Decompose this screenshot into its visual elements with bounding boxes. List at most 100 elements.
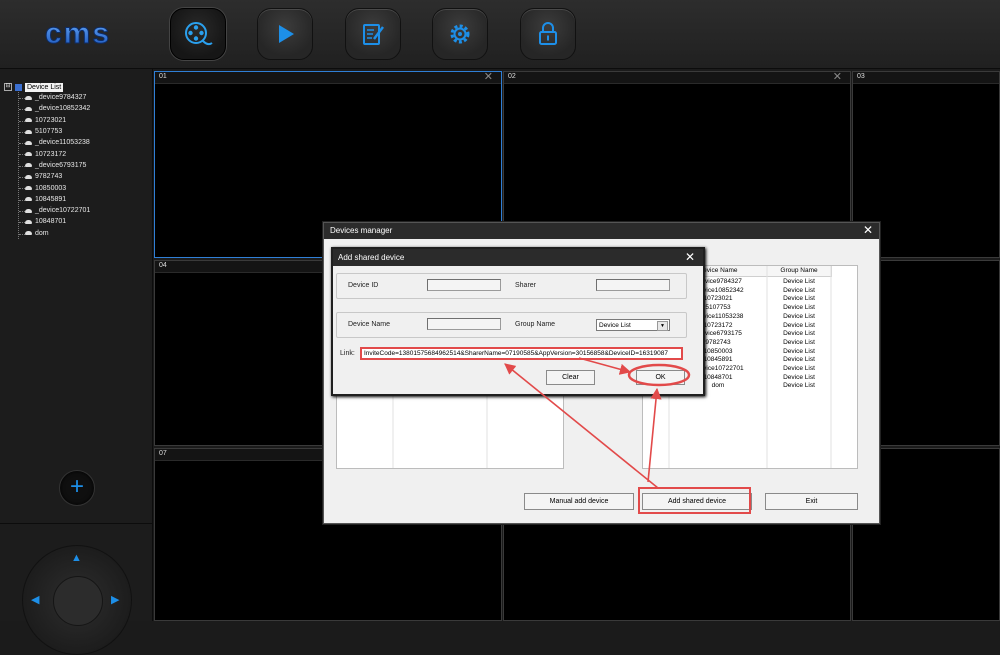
link-input[interactable]: InviteCode=13801575684962514&SharerName=… bbox=[360, 347, 683, 360]
tree-item[interactable]: 9782743 bbox=[19, 171, 90, 182]
device-name-input[interactable] bbox=[427, 318, 501, 330]
manual-add-device-button[interactable]: Manual add device bbox=[524, 493, 634, 510]
tree-item-label: 10848701 bbox=[35, 218, 67, 226]
cell-header: 03 bbox=[853, 72, 999, 84]
group-name-cell: Device List bbox=[783, 373, 815, 381]
tree-item-label: 9782743 bbox=[35, 173, 63, 181]
add-shared-device-button[interactable]: Add shared device bbox=[642, 493, 752, 510]
camera-icon bbox=[25, 95, 32, 100]
camera-icon bbox=[25, 129, 32, 134]
ptz-left-arrow-icon[interactable]: ◀ bbox=[31, 593, 39, 606]
play-icon bbox=[279, 25, 294, 43]
left-panel: ⊟ Device List _device9784327 _device10852… bbox=[0, 69, 153, 655]
group-name-cell: Device List bbox=[783, 286, 815, 294]
clear-button[interactable]: Clear bbox=[546, 370, 595, 385]
add-shared-device-dialog: Add shared device ✕ Device ID Sharer Dev… bbox=[331, 247, 705, 396]
log-button[interactable] bbox=[345, 8, 401, 60]
cell-header: 01 ✕ bbox=[155, 70, 501, 84]
tree-item[interactable]: 5107753 bbox=[19, 126, 90, 137]
tree-item[interactable]: 10723021 bbox=[19, 115, 90, 126]
close-icon[interactable]: ✕ bbox=[863, 223, 873, 237]
panel-divider bbox=[0, 523, 152, 524]
add-device-button[interactable]: + bbox=[59, 470, 95, 506]
tree-item[interactable]: _device6793175 bbox=[19, 160, 90, 171]
group-name-select[interactable]: Device List ▼ bbox=[596, 319, 670, 331]
lock-button[interactable] bbox=[520, 8, 576, 60]
dialog-title: Devices manager bbox=[330, 226, 393, 235]
cell-number: 07 bbox=[159, 450, 167, 457]
camera-icon bbox=[25, 163, 32, 168]
camera-icon bbox=[25, 231, 32, 236]
group-name-cell: Device List bbox=[783, 330, 815, 338]
film-reel-icon bbox=[185, 22, 213, 46]
device-id-label: Device ID bbox=[348, 282, 379, 289]
device-name-group: Device Name Group Name Device List ▼ bbox=[336, 312, 687, 338]
ptz-right-arrow-icon[interactable]: ▶ bbox=[111, 593, 119, 606]
dialog-title: Add shared device bbox=[338, 253, 405, 262]
tree-item[interactable]: _device10852342 bbox=[19, 103, 90, 114]
gear-icon bbox=[450, 24, 470, 44]
sharer-input[interactable] bbox=[596, 279, 670, 291]
tree-item[interactable]: _device9784327 bbox=[19, 92, 90, 103]
cell-header: 02 ✕ bbox=[504, 70, 850, 84]
group-name-cell: Device List bbox=[783, 312, 815, 320]
group-name-label: Group Name bbox=[515, 321, 556, 328]
group-name-cell: Device List bbox=[783, 295, 815, 303]
device-id-input[interactable] bbox=[427, 279, 501, 291]
settings-button[interactable] bbox=[432, 8, 488, 60]
tree-root-label[interactable]: Device List bbox=[25, 82, 64, 92]
camera-icon bbox=[25, 152, 32, 157]
tree-item-label: _device11053238 bbox=[35, 139, 90, 147]
sharer-label: Sharer bbox=[515, 282, 537, 289]
group-name-value: Device List bbox=[599, 322, 631, 329]
preview-button[interactable] bbox=[170, 8, 226, 60]
tree-item-label: _device10852342 bbox=[35, 105, 91, 113]
cms-logo: cms bbox=[44, 17, 109, 51]
tree-item[interactable]: 10845891 bbox=[19, 194, 90, 205]
cell-number: 01 bbox=[159, 73, 167, 80]
tree-item[interactable]: 10723172 bbox=[19, 148, 90, 159]
camera-icon bbox=[25, 118, 32, 123]
tree-item[interactable]: dom bbox=[19, 228, 90, 239]
tree-item-label: dom bbox=[35, 229, 49, 237]
camera-icon bbox=[25, 219, 32, 224]
cell-number: 03 bbox=[857, 73, 865, 80]
playback-button[interactable] bbox=[257, 8, 313, 60]
camera-icon bbox=[25, 106, 32, 111]
tree-item-label: 10850003 bbox=[35, 184, 67, 192]
group-name-cell: Device List bbox=[783, 278, 815, 285]
ok-button[interactable]: OK bbox=[636, 370, 685, 385]
group-name-cell: Device List bbox=[783, 321, 815, 329]
tree-item[interactable]: _device10722701 bbox=[19, 205, 90, 216]
tree-item[interactable]: _device11053238 bbox=[19, 137, 90, 148]
link-label: Link: bbox=[340, 350, 355, 357]
tree-item[interactable]: 10848701 bbox=[19, 216, 90, 227]
tree-item-label: 10723172 bbox=[35, 150, 67, 158]
camera-icon bbox=[25, 197, 32, 202]
tree-root[interactable]: ⊟ Device List bbox=[4, 82, 90, 92]
dropdown-arrow-icon[interactable]: ▼ bbox=[657, 321, 668, 331]
device-info-group: Device ID Sharer bbox=[336, 273, 687, 299]
collapse-icon[interactable]: ⊟ bbox=[4, 83, 12, 91]
tree-item[interactable]: 10850003 bbox=[19, 182, 90, 193]
camera-icon bbox=[25, 186, 32, 191]
ptz-control: ▲ ◀ ▶ bbox=[22, 545, 132, 655]
close-icon[interactable]: ✕ bbox=[833, 70, 842, 83]
close-icon[interactable]: ✕ bbox=[484, 70, 493, 83]
folder-icon bbox=[15, 83, 22, 91]
tree-item-label: _device9784327 bbox=[35, 94, 87, 102]
group-name-cell: Device List bbox=[783, 365, 815, 372]
ptz-up-arrow-icon[interactable]: ▲ bbox=[71, 552, 82, 564]
ptz-center-button[interactable] bbox=[53, 576, 103, 626]
tree-item-label: 5107753 bbox=[35, 128, 63, 136]
top-toolbar: cms bbox=[0, 0, 1000, 69]
tree-item-label: _device6793175 bbox=[35, 161, 87, 169]
group-name-cell: Device List bbox=[783, 382, 815, 390]
camera-icon bbox=[25, 140, 32, 145]
close-icon[interactable]: ✕ bbox=[685, 250, 695, 264]
camera-icon bbox=[25, 174, 32, 179]
notepad-icon bbox=[363, 24, 384, 45]
group-name-cell: Device List bbox=[783, 356, 815, 364]
dialog-title-bar: Devices manager ✕ bbox=[324, 223, 879, 239]
exit-button[interactable]: Exit bbox=[765, 493, 858, 510]
